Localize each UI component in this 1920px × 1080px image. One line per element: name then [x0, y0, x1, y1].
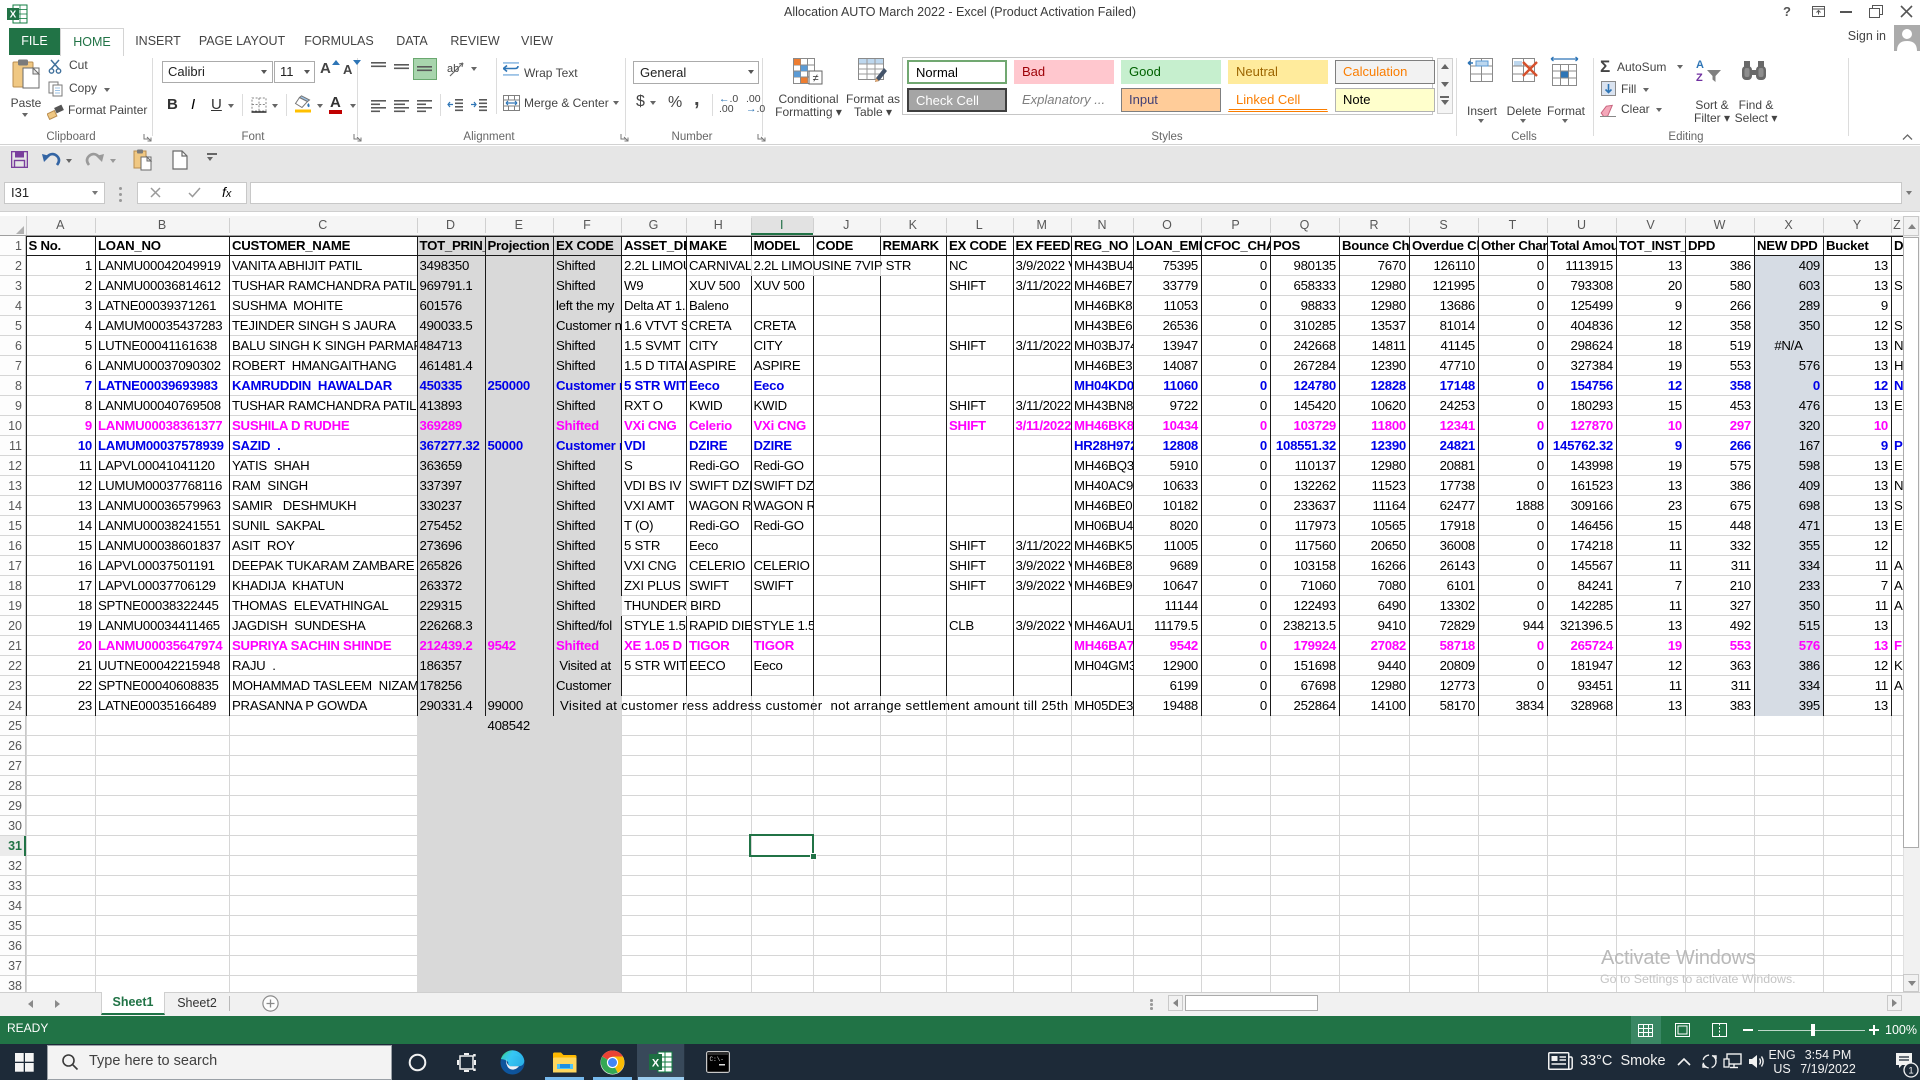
- svg-text:Z: Z: [1696, 72, 1703, 84]
- svg-text:≠: ≠: [812, 73, 818, 85]
- svg-text:A: A: [1696, 59, 1704, 71]
- svg-text:X: X: [652, 1058, 660, 1070]
- svg-text:1: 1: [1908, 1066, 1913, 1077]
- svg-text:C:\‑: C:\‑: [710, 1056, 724, 1063]
